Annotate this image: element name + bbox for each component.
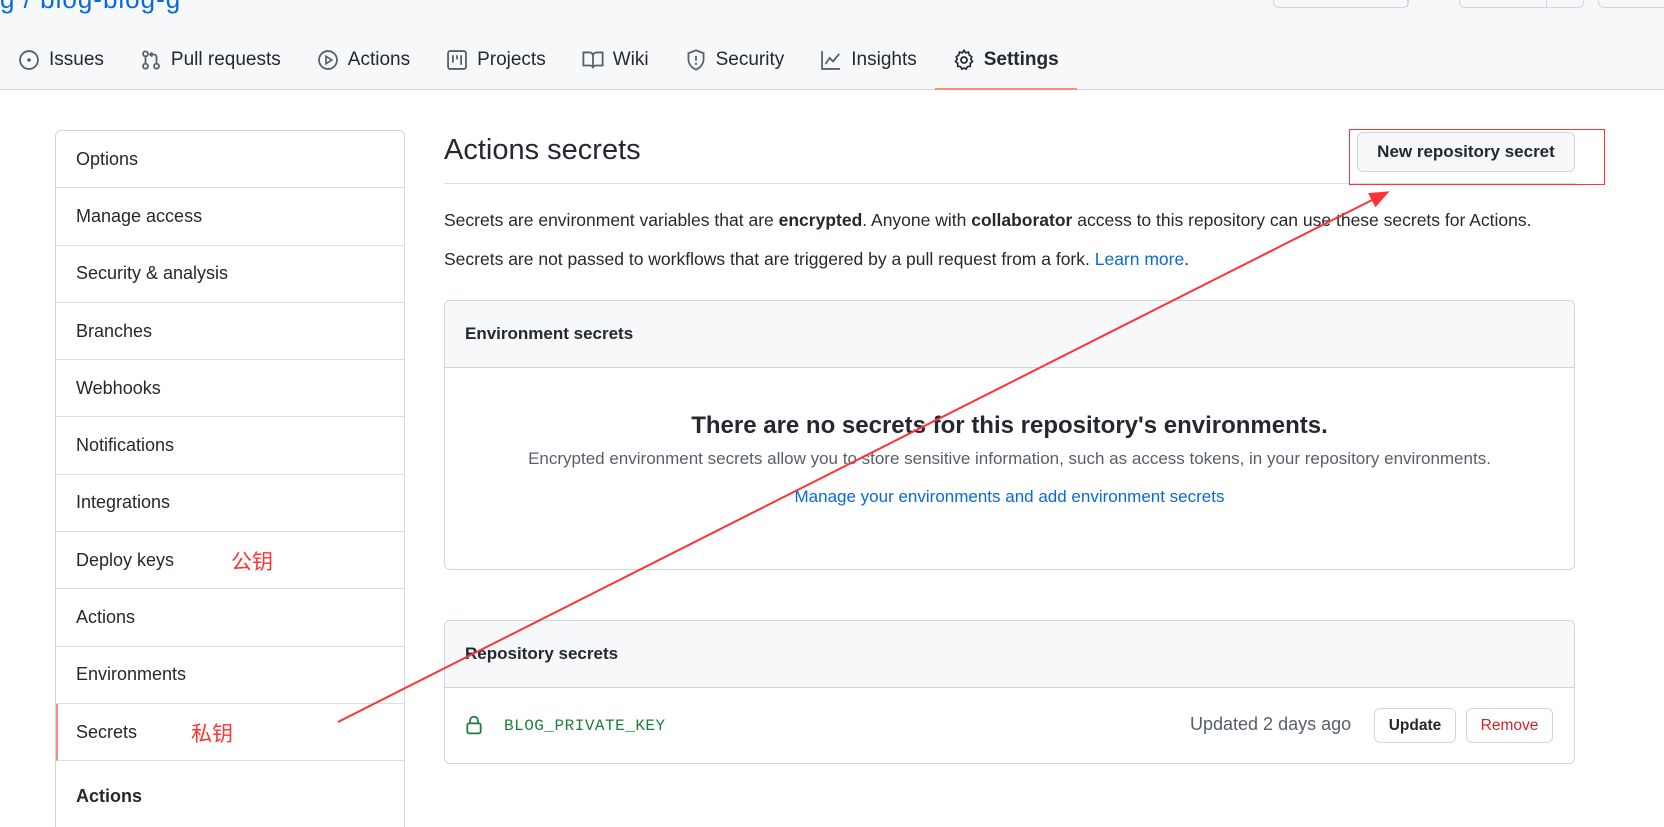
tab-label: Security bbox=[715, 49, 785, 70]
environment-secrets-header: Environment secrets bbox=[445, 301, 1574, 368]
tab-label: Issues bbox=[49, 49, 104, 70]
blankslate: There are no secrets for this repository… bbox=[445, 412, 1574, 507]
sidebar-item-label: Security & analysis bbox=[76, 263, 229, 284]
blankslate-description: Encrypted environment secrets allow you … bbox=[528, 449, 1491, 468]
annotation-highlight-box bbox=[1349, 129, 1605, 185]
fork-note-end: . bbox=[1184, 249, 1190, 269]
sidebar-item-deploy-keys[interactable]: Deploy keys 公钥 bbox=[56, 532, 404, 590]
tab-actions[interactable]: Actions bbox=[299, 40, 428, 80]
tab-label: Settings bbox=[983, 49, 1059, 70]
tab-security[interactable]: Security bbox=[667, 40, 803, 80]
remove-secret-button[interactable]: Remove bbox=[1466, 708, 1553, 743]
graph-icon bbox=[820, 49, 842, 71]
fork-button[interactable] bbox=[1598, 0, 1664, 8]
secret-updated-time: Updated 2 days ago bbox=[1190, 714, 1352, 734]
sidebar-item-label: Actions bbox=[76, 607, 136, 628]
star-button[interactable] bbox=[1459, 0, 1584, 8]
annotation-public-key: 公钥 bbox=[231, 550, 273, 575]
sidebar-section-heading: Actions bbox=[76, 785, 143, 806]
tab-label: Projects bbox=[477, 49, 546, 70]
sidebar-item-security-analysis[interactable]: Security & analysis bbox=[56, 246, 404, 303]
tab-pull-requests[interactable]: Pull requests bbox=[122, 40, 299, 80]
desc-bold-encrypted: encrypted bbox=[778, 210, 863, 230]
environment-secrets-box: Environment secrets There are no secrets… bbox=[444, 300, 1575, 570]
tab-label: Insights bbox=[851, 49, 917, 70]
sidebar-item-label: Integrations bbox=[76, 492, 171, 513]
sidebar-item-secrets[interactable]: Secrets 私钥 bbox=[56, 703, 404, 762]
sidebar-item-label: Secrets bbox=[76, 721, 138, 742]
tab-projects[interactable]: Projects bbox=[428, 40, 564, 80]
sidebar-item-label: Branches bbox=[76, 320, 153, 341]
desc-text: access to this repository can use these … bbox=[1072, 210, 1532, 230]
manage-environments-link[interactable]: Manage your environments and add environ… bbox=[795, 487, 1225, 507]
watch-button[interactable] bbox=[1273, 0, 1409, 8]
tab-wiki[interactable]: Wiki bbox=[564, 40, 667, 80]
desc-bold-collaborator: collaborator bbox=[971, 210, 1073, 230]
sidebar-item-notifications[interactable]: Notifications bbox=[56, 417, 404, 475]
tab-label: Wiki bbox=[612, 49, 649, 70]
tab-issues[interactable]: Issues bbox=[0, 40, 122, 80]
repo-title[interactable]: g / blog-blog-g bbox=[0, 0, 181, 15]
desc-text: . Anyone with bbox=[862, 210, 972, 230]
sidebar-item-actions[interactable]: Actions bbox=[56, 589, 404, 647]
sidebar-item-label: Options bbox=[76, 148, 139, 169]
repository-secrets-box: Repository secrets BLOG_PRIVATE_KEY Upda… bbox=[444, 620, 1575, 764]
gear-icon bbox=[953, 49, 975, 71]
issue-icon bbox=[18, 49, 40, 71]
sidebar-item-branches[interactable]: Branches bbox=[56, 303, 404, 361]
tab-label: Actions bbox=[347, 49, 411, 70]
repository-secrets-header: Repository secrets bbox=[445, 621, 1574, 688]
sidebar-item-label: Deploy keys bbox=[76, 549, 175, 570]
learn-more-link[interactable]: Learn more bbox=[1095, 249, 1185, 269]
sidebar-item-label: Manage access bbox=[76, 205, 203, 226]
sidebar-item-label: Environments bbox=[76, 664, 187, 685]
annotation-private-key: 私钥 bbox=[191, 721, 233, 746]
sidebar-item-integrations[interactable]: Integrations bbox=[56, 475, 404, 533]
update-secret-button[interactable]: Update bbox=[1374, 708, 1456, 743]
desc-text: Secrets are environment variables that a… bbox=[444, 210, 779, 230]
blankslate-title: There are no secrets for this repository… bbox=[691, 412, 1328, 439]
sidebar-item-label: Notifications bbox=[76, 435, 175, 456]
project-icon bbox=[446, 49, 468, 71]
book-icon bbox=[582, 49, 604, 71]
sidebar-item-manage-access[interactable]: Manage access bbox=[56, 188, 404, 246]
lock-icon bbox=[465, 715, 485, 737]
tab-label: Pull requests bbox=[170, 49, 281, 70]
fork-note-text: Secrets are not passed to workflows that… bbox=[444, 249, 1095, 269]
shield-icon bbox=[685, 49, 707, 71]
pull-request-icon bbox=[140, 49, 162, 71]
sidebar-item-environments[interactable]: Environments bbox=[56, 647, 404, 704]
sidebar-item-label: Webhooks bbox=[76, 377, 161, 398]
play-icon bbox=[317, 49, 339, 71]
sidebar-item-options[interactable]: Options bbox=[56, 131, 404, 189]
tab-settings[interactable]: Settings bbox=[934, 40, 1077, 90]
secret-row: BLOG_PRIVATE_KEY Updated 2 days ago Upda… bbox=[445, 688, 1574, 763]
main-content: Actions secrets New repository secret Se… bbox=[444, 129, 1605, 764]
secret-name: BLOG_PRIVATE_KEY bbox=[504, 717, 666, 735]
repo-header: g / blog-blog-g Issues Pull requests Act… bbox=[0, 0, 1664, 90]
secrets-description: Secrets are environment variables that a… bbox=[444, 208, 1531, 232]
settings-sidebar: Options Manage access Security & analysi… bbox=[55, 130, 405, 827]
sidebar-item-webhooks[interactable]: Webhooks bbox=[56, 360, 404, 418]
repo-tabs: Issues Pull requests Actions Projects Wi… bbox=[0, 40, 1077, 90]
fork-note: Secrets are not passed to workflows that… bbox=[444, 247, 1189, 271]
tab-insights[interactable]: Insights bbox=[802, 40, 934, 80]
